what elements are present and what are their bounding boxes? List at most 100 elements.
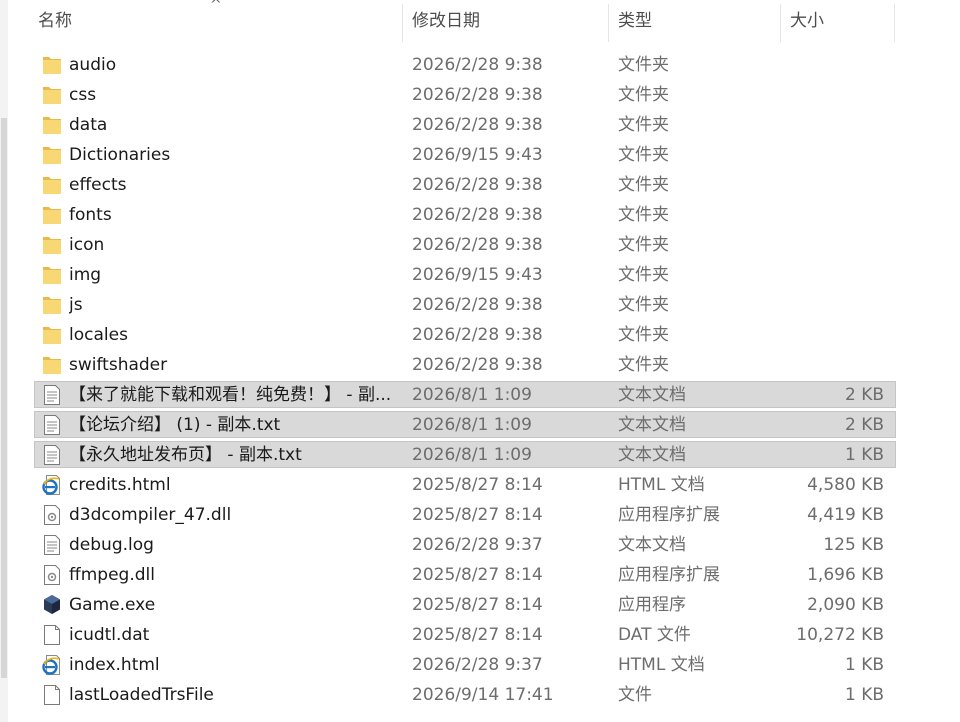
- file-date-modified: 2026/2/28 9:37: [412, 535, 543, 555]
- file-row[interactable]: d3dcompiler_47.dll 2025/8/27 8:14 应用程序扩展 4,…: [8, 500, 960, 530]
- file-name: ffmpeg.dll: [69, 565, 155, 585]
- file-size: 4,580 KB: [807, 475, 884, 495]
- file-size: 10,272 KB: [796, 625, 884, 645]
- file-row[interactable]: 【论坛介绍】 (1) - 副本.txt 2026/8/1 1:09 文本文档 2 KB: [8, 410, 960, 440]
- file-date-modified: 2025/8/27 8:14: [412, 625, 543, 645]
- file-row[interactable]: Game.exe 2025/8/27 8:14 应用程序 2,090 KB: [8, 590, 960, 620]
- file-row[interactable]: 【来了就能下载和观看！纯免费！】 - 副... 2026/8/1 1:09 文本文档…: [8, 380, 960, 410]
- file-date-modified: 2025/8/27 8:14: [412, 475, 543, 495]
- file-type: 文件夹: [618, 295, 669, 315]
- file-name: data: [69, 115, 108, 135]
- file-name: icon: [69, 235, 105, 255]
- folder-icon: [42, 320, 64, 350]
- file-type: 文件夹: [618, 205, 669, 225]
- file-row[interactable]: icudtl.dat 2025/8/27 8:14 DAT 文件 10,272 KB: [8, 620, 960, 650]
- file-name: audio: [69, 55, 117, 75]
- file-type: 文件夹: [618, 175, 669, 195]
- dll-file-icon: [42, 500, 64, 530]
- sort-ascending-icon: ^: [210, 0, 222, 13]
- column-header-name[interactable]: 名称 ^: [8, 0, 402, 42]
- column-header-name-label: 名称: [38, 11, 72, 31]
- column-header-size[interactable]: 大小: [780, 0, 894, 42]
- scrollbar-thumb[interactable]: [1, 118, 7, 678]
- folder-icon: [42, 200, 64, 230]
- file-name: index.html: [69, 655, 160, 675]
- blank-file-icon: [42, 620, 64, 650]
- file-row[interactable]: data 2026/2/28 9:38 文件夹: [8, 110, 960, 140]
- file-row[interactable]: lastLoadedTrsFile 2026/9/14 17:41 文件 1 KB: [8, 680, 960, 710]
- file-name: fonts: [69, 205, 112, 225]
- file-name: Dictionaries: [69, 145, 171, 165]
- file-row[interactable]: 【永久地址发布页】 - 副本.txt 2026/8/1 1:09 文本文档 1 KB: [8, 440, 960, 470]
- file-date-modified: 2026/2/28 9:38: [412, 325, 543, 345]
- column-header-type[interactable]: 类型: [608, 0, 780, 42]
- file-date-modified: 2026/2/28 9:38: [412, 115, 543, 135]
- file-type: 文件夹: [618, 265, 669, 285]
- file-row[interactable]: debug.log 2026/2/28 9:37 文本文档 125 KB: [8, 530, 960, 560]
- file-list: audio 2026/2/28 9:38 文件夹 css 2026/2/28 9:38 文…: [8, 50, 960, 710]
- file-date-modified: 2026/2/28 9:38: [412, 205, 543, 225]
- file-type: 文本文档: [618, 385, 686, 405]
- file-date-modified: 2026/2/28 9:38: [412, 355, 543, 375]
- file-type: DAT 文件: [618, 625, 691, 645]
- folder-icon: [42, 230, 64, 260]
- column-header-size-label: 大小: [790, 11, 824, 31]
- file-size: 1,696 KB: [807, 565, 884, 585]
- file-size: 2 KB: [844, 415, 884, 435]
- file-date-modified: 2026/9/15 9:43: [412, 145, 543, 165]
- file-size: 125 KB: [823, 535, 884, 555]
- file-row[interactable]: css 2026/2/28 9:38 文件夹: [8, 80, 960, 110]
- file-size: 1 KB: [844, 445, 884, 465]
- column-divider[interactable]: [894, 4, 895, 42]
- folder-icon: [42, 260, 64, 290]
- file-row[interactable]: Dictionaries 2026/9/15 9:43 文件夹: [8, 140, 960, 170]
- file-row[interactable]: audio 2026/2/28 9:38 文件夹: [8, 50, 960, 80]
- file-name: Game.exe: [69, 595, 156, 615]
- text-document-icon: [42, 530, 64, 560]
- file-date-modified: 2026/8/1 1:09: [412, 445, 532, 465]
- file-name: effects: [69, 175, 127, 195]
- file-name: icudtl.dat: [69, 625, 150, 645]
- file-row[interactable]: index.html 2026/2/28 9:37 HTML 文档 1 KB: [8, 650, 960, 680]
- file-type: 应用程序扩展: [618, 565, 720, 585]
- text-document-icon: [42, 410, 64, 440]
- column-header-date[interactable]: 修改日期: [402, 0, 608, 42]
- file-row[interactable]: ffmpeg.dll 2025/8/27 8:14 应用程序扩展 1,696 KB: [8, 560, 960, 590]
- file-row[interactable]: locales 2026/2/28 9:38 文件夹: [8, 320, 960, 350]
- file-date-modified: 2026/2/28 9:38: [412, 55, 543, 75]
- folder-icon: [42, 140, 64, 170]
- file-date-modified: 2026/9/15 9:43: [412, 265, 543, 285]
- file-date-modified: 2025/8/27 8:14: [412, 505, 543, 525]
- left-scrollbar[interactable]: [0, 0, 8, 722]
- file-row[interactable]: effects 2026/2/28 9:38 文件夹: [8, 170, 960, 200]
- file-size: 4,419 KB: [807, 505, 884, 525]
- file-type: 文件夹: [618, 115, 669, 135]
- file-row[interactable]: icon 2026/2/28 9:38 文件夹: [8, 230, 960, 260]
- file-row[interactable]: fonts 2026/2/28 9:38 文件夹: [8, 200, 960, 230]
- folder-icon: [42, 170, 64, 200]
- file-row[interactable]: js 2026/2/28 9:38 文件夹: [8, 290, 960, 320]
- file-date-modified: 2026/2/28 9:38: [412, 235, 543, 255]
- folder-icon: [42, 80, 64, 110]
- blank-file-icon: [42, 680, 64, 710]
- column-header-date-label: 修改日期: [412, 11, 480, 31]
- file-row[interactable]: swiftshader 2026/2/28 9:38 文件夹: [8, 350, 960, 380]
- game-exe-icon: [42, 590, 64, 620]
- file-name: swiftshader: [69, 355, 168, 375]
- folder-icon: [42, 110, 64, 140]
- file-date-modified: 2026/2/28 9:37: [412, 655, 543, 675]
- file-size: 2 KB: [844, 385, 884, 405]
- text-document-icon: [42, 380, 64, 410]
- file-name: img: [69, 265, 102, 285]
- file-type: 应用程序: [618, 595, 686, 615]
- file-date-modified: 2026/8/1 1:09: [412, 385, 532, 405]
- file-name: 【永久地址发布页】 - 副本.txt: [69, 445, 302, 465]
- file-row[interactable]: img 2026/9/15 9:43 文件夹: [8, 260, 960, 290]
- file-row[interactable]: credits.html 2025/8/27 8:14 HTML 文档 4,580 K…: [8, 470, 960, 500]
- column-header-bar: 名称 ^ 修改日期 类型 大小: [8, 0, 960, 42]
- file-name: 【来了就能下载和观看！纯免费！】 - 副...: [69, 385, 392, 405]
- file-name: 【论坛介绍】 (1) - 副本.txt: [69, 415, 281, 435]
- dll-file-icon: [42, 560, 64, 590]
- folder-icon: [42, 50, 64, 80]
- file-size: 1 KB: [844, 685, 884, 705]
